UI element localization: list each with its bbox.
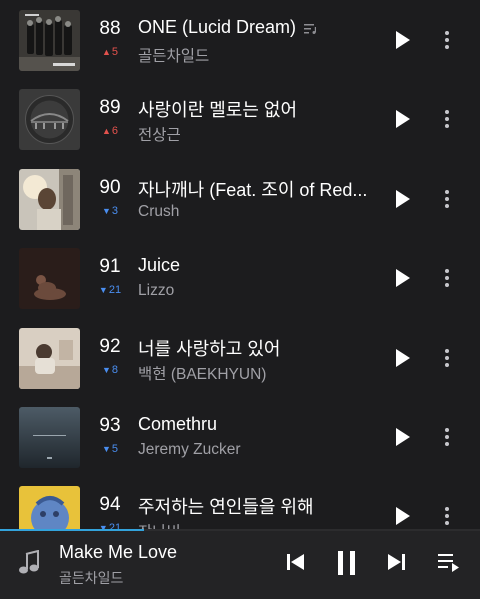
track-title: 너를 사랑하고 있어 [138, 338, 281, 359]
rank-number: 90 [99, 176, 121, 198]
lyrics-icon[interactable] [304, 18, 317, 39]
triangle-down-icon: ▼ [101, 364, 111, 375]
more-vertical-icon [445, 31, 449, 49]
track-row[interactable]: 91 ▼21 Juice Lizzo [0, 238, 480, 317]
rank-change-down: ▼8 [101, 363, 119, 376]
triangle-up-icon: ▲ [101, 47, 111, 57]
play-button[interactable] [393, 29, 413, 51]
now-playing-title: Make Me Love [59, 542, 178, 562]
album-art[interactable] [19, 486, 80, 530]
rank-number: 93 [99, 415, 121, 436]
track-artist: 골든차일드 [138, 48, 210, 65]
skip-previous-button[interactable] [284, 551, 306, 578]
album-art[interactable] [19, 89, 80, 151]
rank-change-down: ▼3 [101, 204, 119, 217]
track-title: ONE (Lucid Dream) [138, 17, 382, 39]
triangle-down-icon: ▼ [98, 285, 108, 296]
triangle-down-icon: ▼ [101, 205, 111, 216]
more-vertical-icon [445, 189, 449, 208]
music-note-icon [17, 549, 41, 576]
album-art[interactable] [19, 168, 80, 230]
skip-next-icon [388, 554, 405, 570]
triangle-up-icon: ▲ [101, 126, 111, 137]
track-row[interactable]: 94 ▼21 주저하는 연인들을 위해 잔나비 [0, 476, 480, 530]
chart-list: 88 ▲5 ONE (Lucid Dream) 골든차일드 89 ▲6 사랑이란… [0, 0, 480, 530]
more-options-button[interactable] [437, 499, 457, 530]
more-options-button[interactable] [437, 182, 457, 216]
track-artist: Jeremy Zucker [138, 441, 241, 458]
more-options-button[interactable] [437, 341, 457, 375]
play-icon [396, 269, 410, 288]
track-artist: 백현 (BAEKHYUN) [138, 365, 267, 383]
track-title: Comethru [138, 414, 218, 434]
more-vertical-icon [445, 110, 449, 129]
rank-number: 94 [99, 494, 121, 516]
rank-number: 91 [99, 256, 121, 278]
triangle-down-icon: ▼ [101, 444, 111, 454]
rank-number: 88 [99, 18, 121, 39]
play-icon [396, 189, 410, 208]
play-icon [396, 348, 410, 367]
play-icon [396, 110, 410, 129]
skip-previous-icon [287, 554, 304, 570]
play-icon [396, 428, 410, 446]
more-vertical-icon [445, 507, 449, 526]
more-vertical-icon [445, 428, 449, 446]
more-options-button[interactable] [437, 420, 457, 454]
rank-change-down: ▼5 [101, 443, 119, 455]
mini-player[interactable]: Make Me Love 골든차일드 [0, 531, 480, 599]
rank-number: 89 [99, 97, 121, 119]
play-button[interactable] [393, 267, 413, 289]
track-row[interactable]: 93 ▼5 Comethru Jeremy Zucker [0, 397, 480, 476]
track-artist: Crush [138, 202, 180, 220]
track-title: 주저하는 연인들을 위해 [138, 497, 314, 518]
now-playing-artist: 골든차일드 [59, 570, 124, 586]
more-options-button[interactable] [437, 23, 457, 57]
play-button[interactable] [393, 426, 413, 448]
rank-number: 92 [99, 335, 121, 357]
more-options-button[interactable] [437, 261, 457, 295]
more-vertical-icon [445, 269, 449, 288]
track-row[interactable]: 88 ▲5 ONE (Lucid Dream) 골든차일드 [0, 0, 480, 79]
album-art[interactable] [19, 10, 80, 71]
skip-next-button[interactable] [386, 551, 408, 578]
track-artist: Lizzo [138, 282, 175, 300]
track-title: Juice [138, 255, 181, 276]
album-art[interactable] [19, 327, 80, 389]
more-vertical-icon [445, 348, 449, 367]
pause-icon [338, 551, 355, 575]
more-options-button[interactable] [437, 102, 457, 136]
play-icon [396, 31, 410, 49]
album-art[interactable] [19, 407, 80, 468]
play-button[interactable] [393, 505, 413, 527]
track-row[interactable]: 92 ▼8 너를 사랑하고 있어 백현 (BAEKHYUN) [0, 318, 480, 397]
track-title: 자나깨나 (Feat. 조이 of Red... [138, 179, 368, 200]
play-button[interactable] [393, 347, 413, 369]
pause-button[interactable] [335, 549, 359, 582]
playlist-queue-icon [438, 554, 459, 572]
track-artist: 전상근 [138, 127, 181, 145]
rank-change-down: ▼21 [98, 284, 122, 297]
rank-change-up: ▲6 [101, 125, 119, 138]
rank-change-up: ▲5 [101, 46, 119, 58]
track-title: 사랑이란 멜로는 없어 [138, 100, 298, 121]
play-icon [396, 507, 410, 526]
playlist-queue-button[interactable] [437, 551, 461, 578]
track-row[interactable]: 90 ▼3 자나깨나 (Feat. 조이 of Red... Crush [0, 159, 480, 238]
track-row[interactable]: 89 ▲6 사랑이란 멜로는 없어 전상근 [0, 79, 480, 158]
album-art[interactable] [19, 248, 80, 310]
play-button[interactable] [393, 188, 413, 210]
play-button[interactable] [393, 108, 413, 130]
